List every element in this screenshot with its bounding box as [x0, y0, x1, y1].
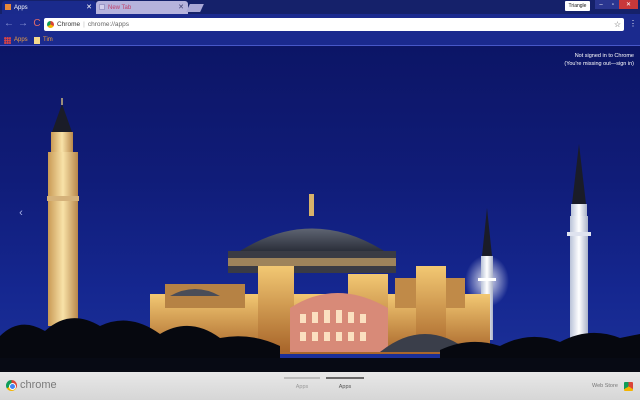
omnibox-chip: Chrome: [57, 21, 81, 28]
wallpaper-image: [0, 98, 640, 372]
new-tab-button[interactable]: [186, 4, 204, 12]
apps-grid-icon: [4, 36, 11, 44]
chrome-page-icon: [47, 21, 54, 28]
bookmark-label: Apps: [14, 37, 28, 43]
new-tab-favicon-icon: [99, 4, 105, 10]
signin-line-2[interactable]: (You're missing out—sign in): [564, 60, 634, 68]
bookmark-label: Tim: [43, 37, 53, 43]
bookmarks-bar: Apps Tim: [0, 35, 640, 46]
web-store-link[interactable]: Web Store: [592, 383, 618, 389]
page-icon: [34, 36, 40, 44]
apps-favicon-icon: [5, 4, 11, 10]
tab-label: Apps: [14, 4, 28, 11]
maximize-icon[interactable]: ▫: [607, 0, 619, 9]
tab-label: New Tab: [108, 4, 132, 11]
bookmark-tim[interactable]: Tim: [34, 35, 53, 45]
forward-arrow-icon[interactable]: →: [17, 18, 29, 30]
signin-promo[interactable]: Not signed in to Chrome (You're missing …: [564, 52, 634, 68]
tab-apps[interactable]: Apps ✕: [2, 1, 96, 14]
omnibox[interactable]: Chrome | chrome://apps ☆: [44, 18, 624, 31]
tab-close-icon[interactable]: ✕: [86, 1, 92, 14]
close-window-icon[interactable]: ✕: [619, 0, 638, 9]
tab-close-icon[interactable]: ✕: [178, 1, 184, 14]
chrome-logo-icon: [6, 380, 17, 391]
profile-button[interactable]: Triangle: [565, 1, 590, 11]
omnibox-url[interactable]: chrome://apps: [88, 21, 129, 28]
page-switcher-label: Apps: [338, 384, 352, 390]
bottom-bar: chrome Apps Apps Web Store: [0, 372, 640, 400]
page-indicator: [326, 377, 364, 379]
omnibox-separator: |: [83, 21, 85, 28]
tab-new-tab[interactable]: New Tab ✕: [96, 1, 188, 14]
chevron-left-icon[interactable]: ‹: [16, 206, 26, 220]
reload-icon[interactable]: C: [31, 18, 43, 30]
apps-page: Not signed in to Chrome (You're missing …: [0, 46, 640, 372]
web-store-icon[interactable]: [624, 382, 633, 391]
bookmark-apps[interactable]: Apps: [4, 35, 28, 45]
signin-line-1: Not signed in to Chrome: [574, 53, 634, 59]
minimize-icon[interactable]: –: [595, 0, 607, 9]
bookmark-star-icon[interactable]: ☆: [614, 18, 621, 31]
back-arrow-icon[interactable]: ←: [3, 18, 15, 30]
chrome-wordmark: chrome: [20, 379, 57, 391]
menu-icon[interactable]: ⋮: [629, 19, 637, 29]
page-switcher-2[interactable]: Apps: [326, 377, 364, 395]
page-switcher-1[interactable]: Apps: [284, 377, 320, 395]
page-switcher-label: Apps: [295, 384, 309, 390]
page-indicator: [284, 377, 320, 379]
toolbar: ← → C Chrome | chrome://apps ☆ ⋮: [0, 14, 640, 35]
tab-strip: Apps ✕ New Tab ✕ Triangle – ▫ ✕: [0, 0, 640, 14]
